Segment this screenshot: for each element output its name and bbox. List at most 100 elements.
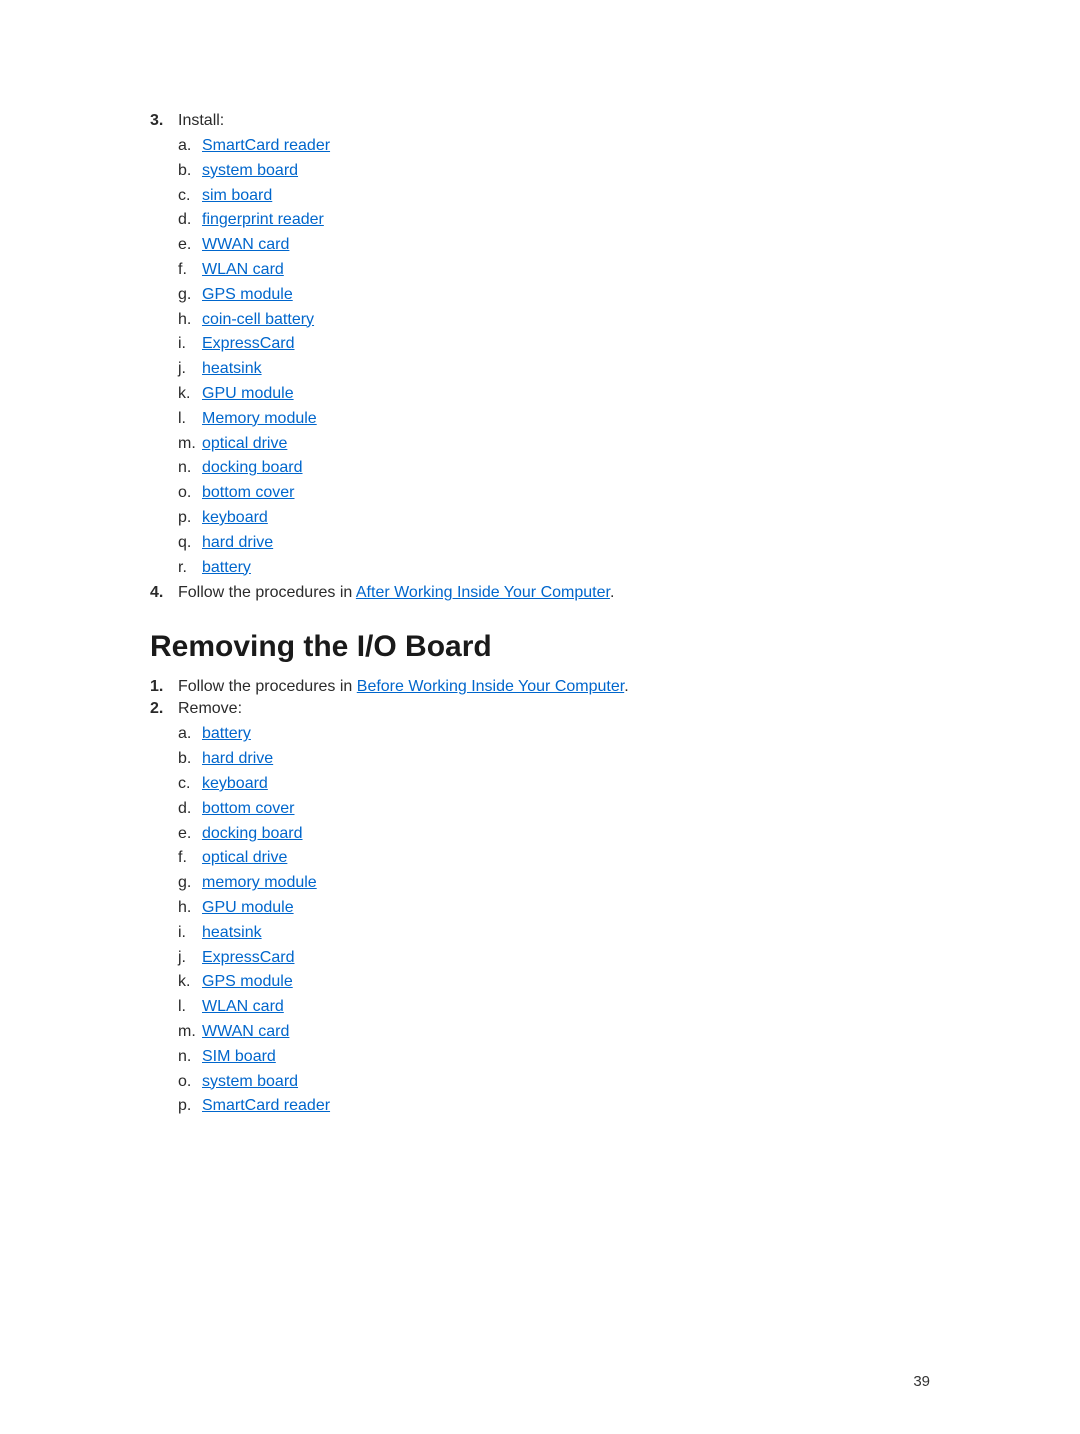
- step-number: 2.: [150, 700, 178, 718]
- step-text-pre: Follow the procedures in: [178, 678, 357, 695]
- install-item-link[interactable]: bottom cover: [202, 481, 294, 506]
- list-item: p.keyboard: [178, 506, 930, 531]
- remove-item-link[interactable]: system board: [202, 1070, 298, 1095]
- step-text-pre: Follow the procedures in: [178, 584, 356, 601]
- list-item: a.SmartCard reader: [178, 134, 930, 159]
- step-1-follow: 1. Follow the procedures in Before Worki…: [150, 678, 930, 696]
- step-text-post: .: [610, 584, 614, 601]
- step-intro: Remove:: [178, 700, 930, 718]
- sub-marker: e.: [178, 233, 202, 258]
- remove-item-link[interactable]: keyboard: [202, 772, 268, 797]
- sub-marker: j.: [178, 357, 202, 382]
- list-item: q.hard drive: [178, 531, 930, 556]
- install-item-link[interactable]: sim board: [202, 184, 272, 209]
- before-working-link[interactable]: Before Working Inside Your Computer: [357, 678, 624, 695]
- remove-item-link[interactable]: GPU module: [202, 896, 294, 921]
- sub-marker: k.: [178, 382, 202, 407]
- sub-marker: r.: [178, 556, 202, 581]
- sub-marker: m.: [178, 432, 202, 457]
- remove-item-link[interactable]: bottom cover: [202, 797, 294, 822]
- list-item: l.Memory module: [178, 407, 930, 432]
- remove-item-link[interactable]: SIM board: [202, 1045, 276, 1070]
- step-text-post: .: [624, 678, 628, 695]
- install-item-link[interactable]: heatsink: [202, 357, 262, 382]
- sub-marker: f.: [178, 258, 202, 283]
- remove-item-link[interactable]: memory module: [202, 871, 317, 896]
- remove-item-link[interactable]: docking board: [202, 822, 303, 847]
- install-item-link[interactable]: docking board: [202, 456, 303, 481]
- sub-marker: h.: [178, 896, 202, 921]
- list-item: b.hard drive: [178, 747, 930, 772]
- list-item: m.WWAN card: [178, 1020, 930, 1045]
- step-2-remove: 2. Remove: a.batteryb.hard drivec.keyboa…: [150, 700, 930, 1119]
- list-item: d.bottom cover: [178, 797, 930, 822]
- remove-item-link[interactable]: GPS module: [202, 970, 293, 995]
- sub-marker: i.: [178, 921, 202, 946]
- install-item-link[interactable]: SmartCard reader: [202, 134, 330, 159]
- install-item-link[interactable]: WLAN card: [202, 258, 284, 283]
- step-3-install: 3. Install: a.SmartCard readerb.system b…: [150, 112, 930, 580]
- list-item: o.bottom cover: [178, 481, 930, 506]
- remove-list: a.batteryb.hard drivec.keyboardd.bottom …: [178, 722, 930, 1119]
- install-item-link[interactable]: fingerprint reader: [202, 208, 324, 233]
- sub-marker: l.: [178, 407, 202, 432]
- install-item-link[interactable]: hard drive: [202, 531, 273, 556]
- step-intro: Install:: [178, 112, 930, 130]
- remove-item-link[interactable]: hard drive: [202, 747, 273, 772]
- sub-marker: g.: [178, 871, 202, 896]
- sub-marker: p.: [178, 506, 202, 531]
- sub-marker: n.: [178, 1045, 202, 1070]
- list-item: k.GPS module: [178, 970, 930, 995]
- list-item: i.heatsink: [178, 921, 930, 946]
- remove-item-link[interactable]: battery: [202, 722, 251, 747]
- list-item: k.GPU module: [178, 382, 930, 407]
- remove-item-link[interactable]: heatsink: [202, 921, 262, 946]
- sub-marker: a.: [178, 722, 202, 747]
- list-item: p.SmartCard reader: [178, 1094, 930, 1119]
- list-item: o.system board: [178, 1070, 930, 1095]
- install-item-link[interactable]: WWAN card: [202, 233, 289, 258]
- page-number: 39: [913, 1373, 930, 1390]
- sub-marker: b.: [178, 747, 202, 772]
- remove-item-link[interactable]: ExpressCard: [202, 946, 294, 971]
- sub-marker: c.: [178, 772, 202, 797]
- list-item: h.GPU module: [178, 896, 930, 921]
- list-item: m.optical drive: [178, 432, 930, 457]
- install-item-link[interactable]: ExpressCard: [202, 332, 294, 357]
- remove-item-link[interactable]: WLAN card: [202, 995, 284, 1020]
- sub-marker: o.: [178, 481, 202, 506]
- remove-item-link[interactable]: WWAN card: [202, 1020, 289, 1045]
- list-item: f.WLAN card: [178, 258, 930, 283]
- list-item: l.WLAN card: [178, 995, 930, 1020]
- install-item-link[interactable]: keyboard: [202, 506, 268, 531]
- list-item: b.system board: [178, 159, 930, 184]
- sub-marker: f.: [178, 846, 202, 871]
- list-item: a.battery: [178, 722, 930, 747]
- after-working-link[interactable]: After Working Inside Your Computer: [356, 584, 610, 601]
- sub-marker: d.: [178, 797, 202, 822]
- sub-marker: p.: [178, 1094, 202, 1119]
- install-item-link[interactable]: coin-cell battery: [202, 308, 314, 333]
- sub-marker: a.: [178, 134, 202, 159]
- install-item-link[interactable]: battery: [202, 556, 251, 581]
- install-item-link[interactable]: GPU module: [202, 382, 294, 407]
- sub-marker: b.: [178, 159, 202, 184]
- section-heading: Removing the I/O Board: [150, 630, 930, 664]
- step-4-follow: 4. Follow the procedures in After Workin…: [150, 584, 930, 602]
- sub-marker: d.: [178, 208, 202, 233]
- step-number: 1.: [150, 678, 178, 696]
- sub-marker: g.: [178, 283, 202, 308]
- sub-marker: h.: [178, 308, 202, 333]
- sub-marker: i.: [178, 332, 202, 357]
- install-item-link[interactable]: Memory module: [202, 407, 317, 432]
- remove-item-link[interactable]: optical drive: [202, 846, 287, 871]
- sub-marker: e.: [178, 822, 202, 847]
- list-item: d.fingerprint reader: [178, 208, 930, 233]
- sub-marker: o.: [178, 1070, 202, 1095]
- install-item-link[interactable]: GPS module: [202, 283, 293, 308]
- install-item-link[interactable]: system board: [202, 159, 298, 184]
- install-item-link[interactable]: optical drive: [202, 432, 287, 457]
- list-item: h.coin-cell battery: [178, 308, 930, 333]
- remove-item-link[interactable]: SmartCard reader: [202, 1094, 330, 1119]
- list-item: e.docking board: [178, 822, 930, 847]
